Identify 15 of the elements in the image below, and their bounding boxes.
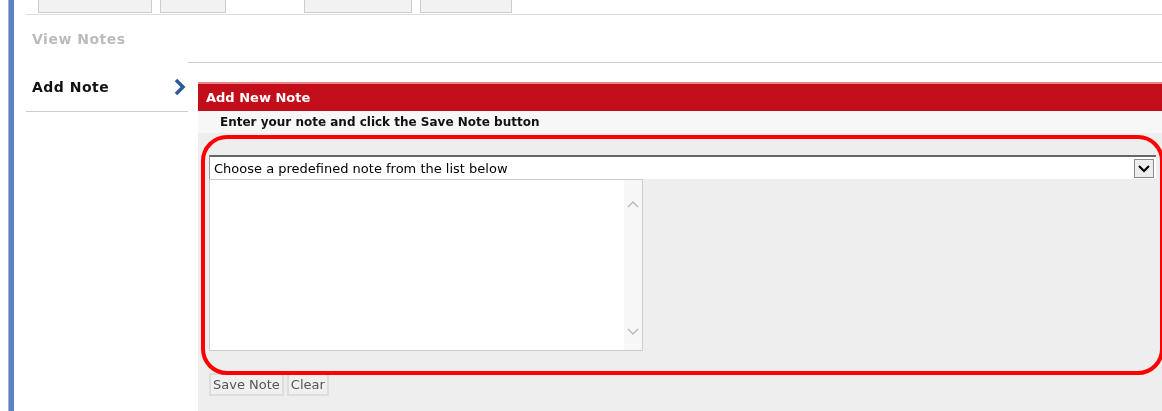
scroll-down-icon[interactable] — [627, 328, 639, 336]
tab[interactable] — [420, 0, 512, 13]
instruction-text: Enter your note and click the Save Note button — [198, 111, 1162, 133]
clear-button[interactable]: Clear — [286, 373, 329, 396]
caret-icon — [1134, 158, 1154, 178]
predefined-note-dropdown[interactable]: Choose a predefined note from the list below — [209, 155, 1156, 179]
panel-title: Add New Note — [198, 82, 1162, 111]
chevron-right-icon — [174, 78, 186, 96]
note-text-area[interactable] — [209, 179, 643, 351]
tab[interactable] — [160, 0, 226, 13]
save-button[interactable]: Save Note — [209, 373, 284, 396]
sidebar-item[interactable]: Add Note — [26, 63, 188, 112]
scroll-up-icon[interactable] — [627, 200, 639, 208]
tab[interactable] — [304, 0, 412, 13]
tab[interactable] — [38, 0, 152, 13]
